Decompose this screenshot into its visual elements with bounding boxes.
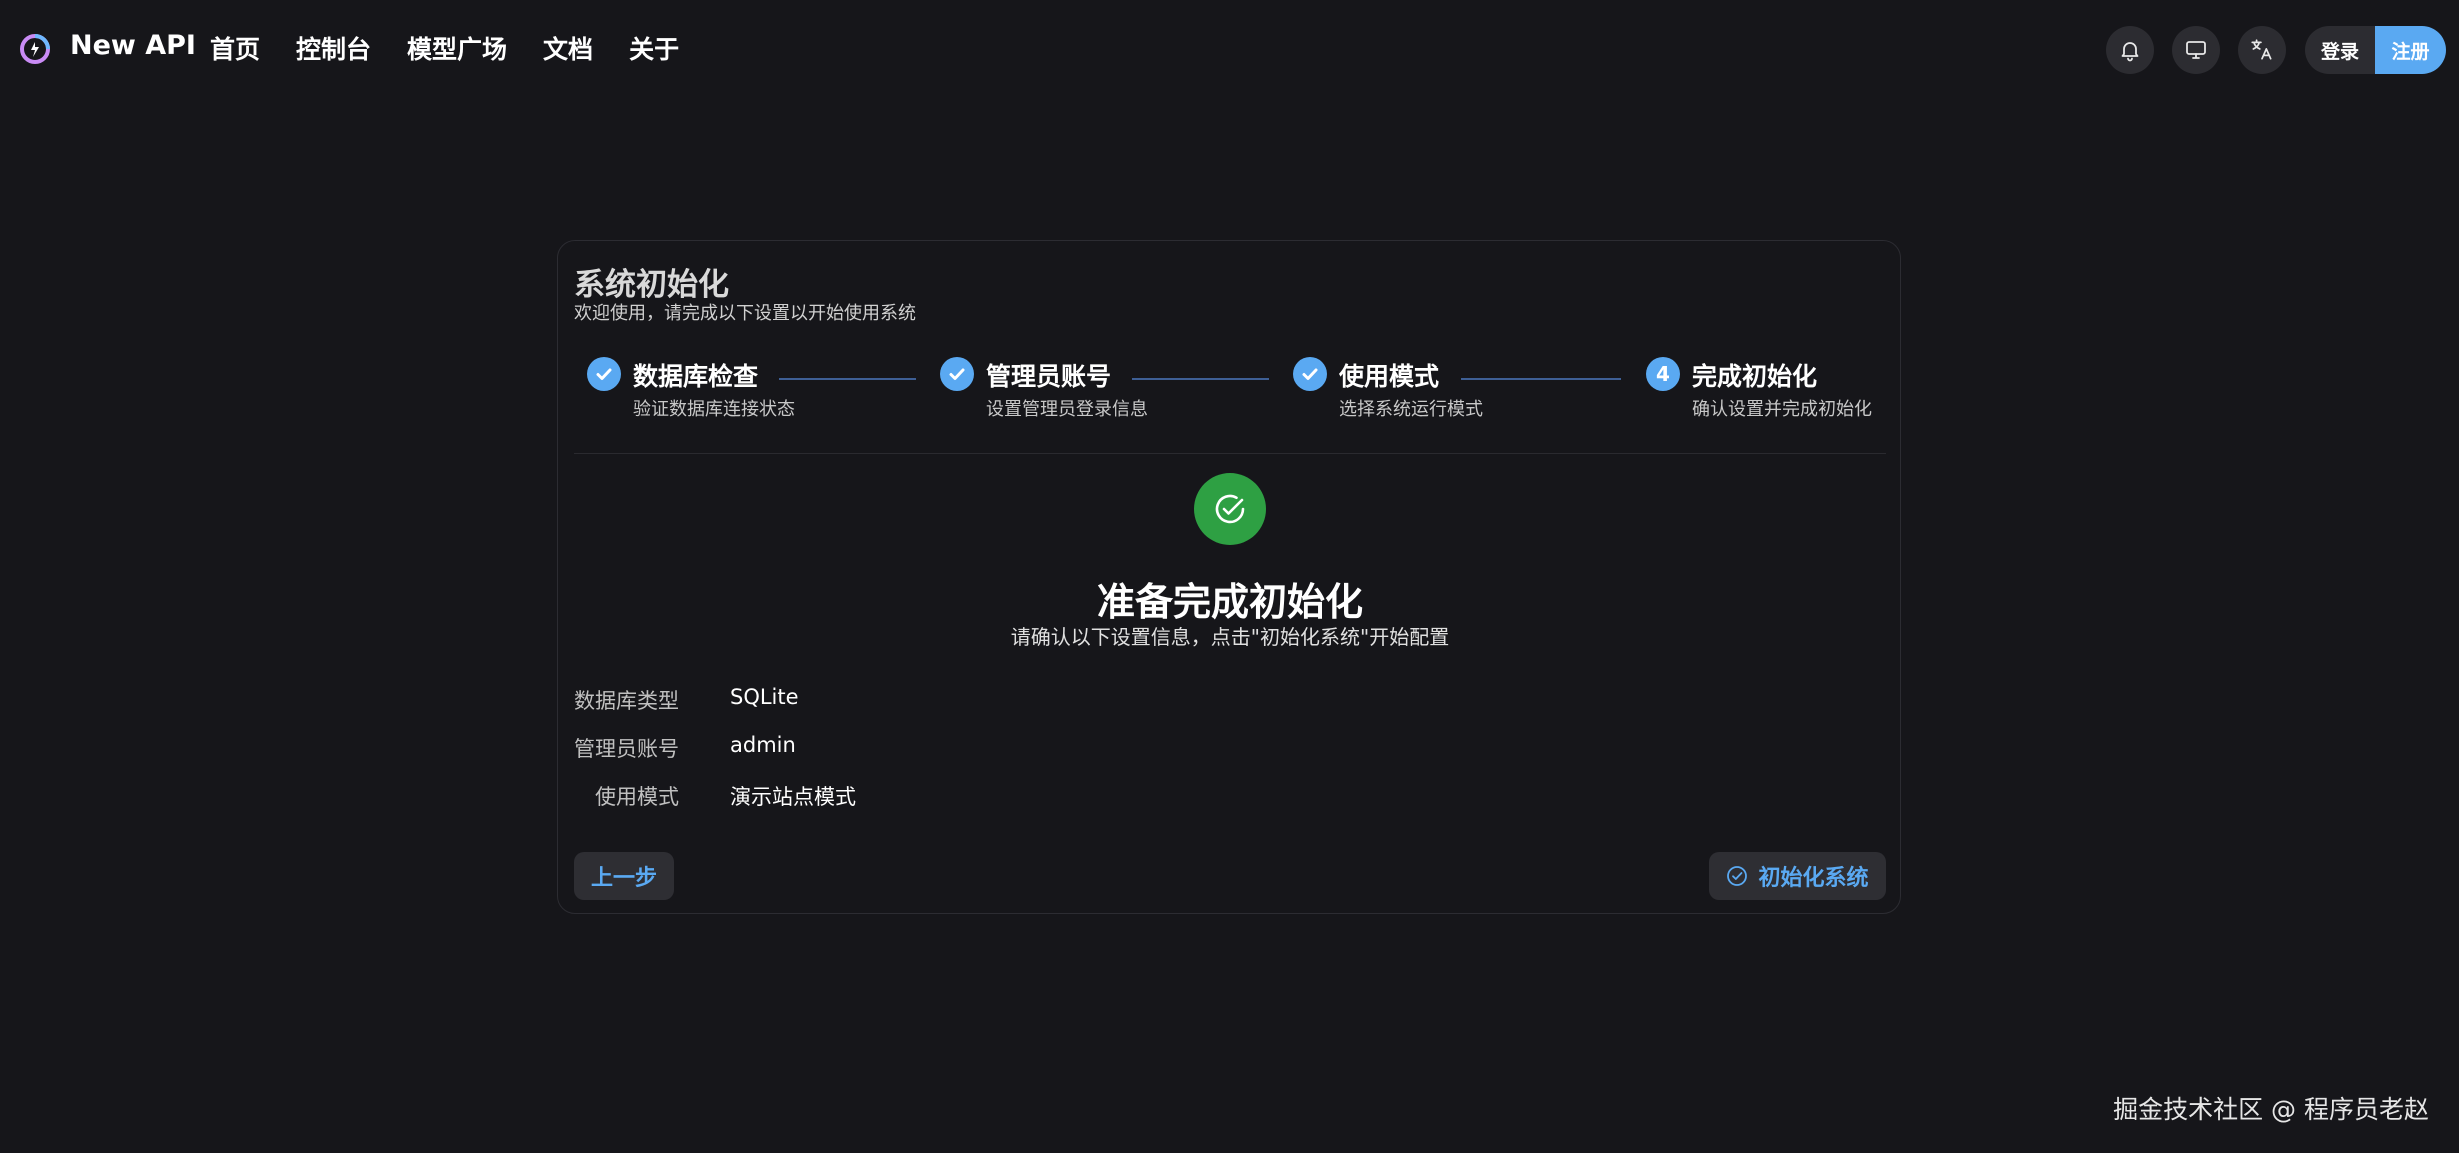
watermark: 掘金技术社区 @ 程序员老赵 xyxy=(2113,1095,2429,1124)
login-button[interactable]: 登录 xyxy=(2305,26,2375,74)
summary-row: 数据库类型 SQLite xyxy=(574,685,1274,717)
step-desc: 验证数据库连接状态 xyxy=(633,399,795,420)
nav-about[interactable]: 关于 xyxy=(629,30,679,66)
init-system-label: 初始化系统 xyxy=(1758,865,1869,890)
summary-value: 演示站点模式 xyxy=(730,785,856,809)
summary-row: 使用模式 演示站点模式 xyxy=(574,781,1274,813)
ready-subtitle: 请确认以下设置信息，点击"初始化系统"开始配置 xyxy=(1010,625,1450,649)
check-icon xyxy=(940,357,974,391)
summary-label: 管理员账号 xyxy=(574,737,679,761)
card-subtitle: 欢迎使用，请完成以下设置以开始使用系统 xyxy=(574,303,916,324)
prev-step-button[interactable]: 上一步 xyxy=(574,852,674,900)
step-title: 使用模式 xyxy=(1339,362,1440,391)
check-circle-icon xyxy=(1727,866,1748,886)
step-connector xyxy=(1132,378,1269,380)
main-nav: 首页 控制台 模型广场 文档 关于 xyxy=(210,30,679,66)
register-button[interactable]: 注册 xyxy=(2375,26,2446,74)
success-check-icon xyxy=(1194,473,1266,545)
check-icon xyxy=(587,357,621,391)
setup-card: 系统初始化 欢迎使用，请完成以下设置以开始使用系统 数据库检查 验证数据库连接状… xyxy=(557,240,1901,914)
nav-console[interactable]: 控制台 xyxy=(296,30,371,66)
auth-buttons: 登录 注册 xyxy=(2305,26,2446,74)
summary-label: 使用模式 xyxy=(595,785,679,809)
top-header: New API 首页 控制台 模型广场 文档 关于 登录 注册 xyxy=(0,0,2459,100)
notification-button[interactable] xyxy=(2106,26,2154,74)
summary-value: admin xyxy=(730,733,796,757)
summary-value: SQLite xyxy=(730,685,799,709)
step-number: 4 xyxy=(1646,357,1680,391)
step-desc: 设置管理员登录信息 xyxy=(986,399,1148,420)
divider xyxy=(574,453,1886,454)
language-button[interactable] xyxy=(2238,26,2286,74)
nav-model-square[interactable]: 模型广场 xyxy=(407,30,507,66)
step-title: 数据库检查 xyxy=(633,362,759,391)
theme-button[interactable] xyxy=(2172,26,2220,74)
card-title: 系统初始化 xyxy=(574,267,729,303)
logo-icon[interactable] xyxy=(18,32,52,66)
step-connector xyxy=(779,378,916,380)
monitor-icon xyxy=(2186,41,2206,59)
nav-home[interactable]: 首页 xyxy=(210,30,260,66)
init-system-button[interactable]: 初始化系统 xyxy=(1709,852,1886,900)
brand-name[interactable]: New API xyxy=(70,30,196,61)
summary-label: 数据库类型 xyxy=(574,689,679,713)
nav-docs[interactable]: 文档 xyxy=(543,30,593,66)
step-desc: 选择系统运行模式 xyxy=(1339,399,1483,420)
bell-icon xyxy=(2121,42,2139,62)
step-title: 管理员账号 xyxy=(986,362,1112,391)
step-desc: 确认设置并完成初始化 xyxy=(1692,399,1872,420)
ready-title: 准备完成初始化 xyxy=(1096,580,1363,624)
summary-row: 管理员账号 admin xyxy=(574,733,1274,765)
check-icon xyxy=(1293,357,1327,391)
step-title: 完成初始化 xyxy=(1692,362,1818,391)
step-connector xyxy=(1461,378,1621,380)
translate-icon xyxy=(2251,39,2272,60)
